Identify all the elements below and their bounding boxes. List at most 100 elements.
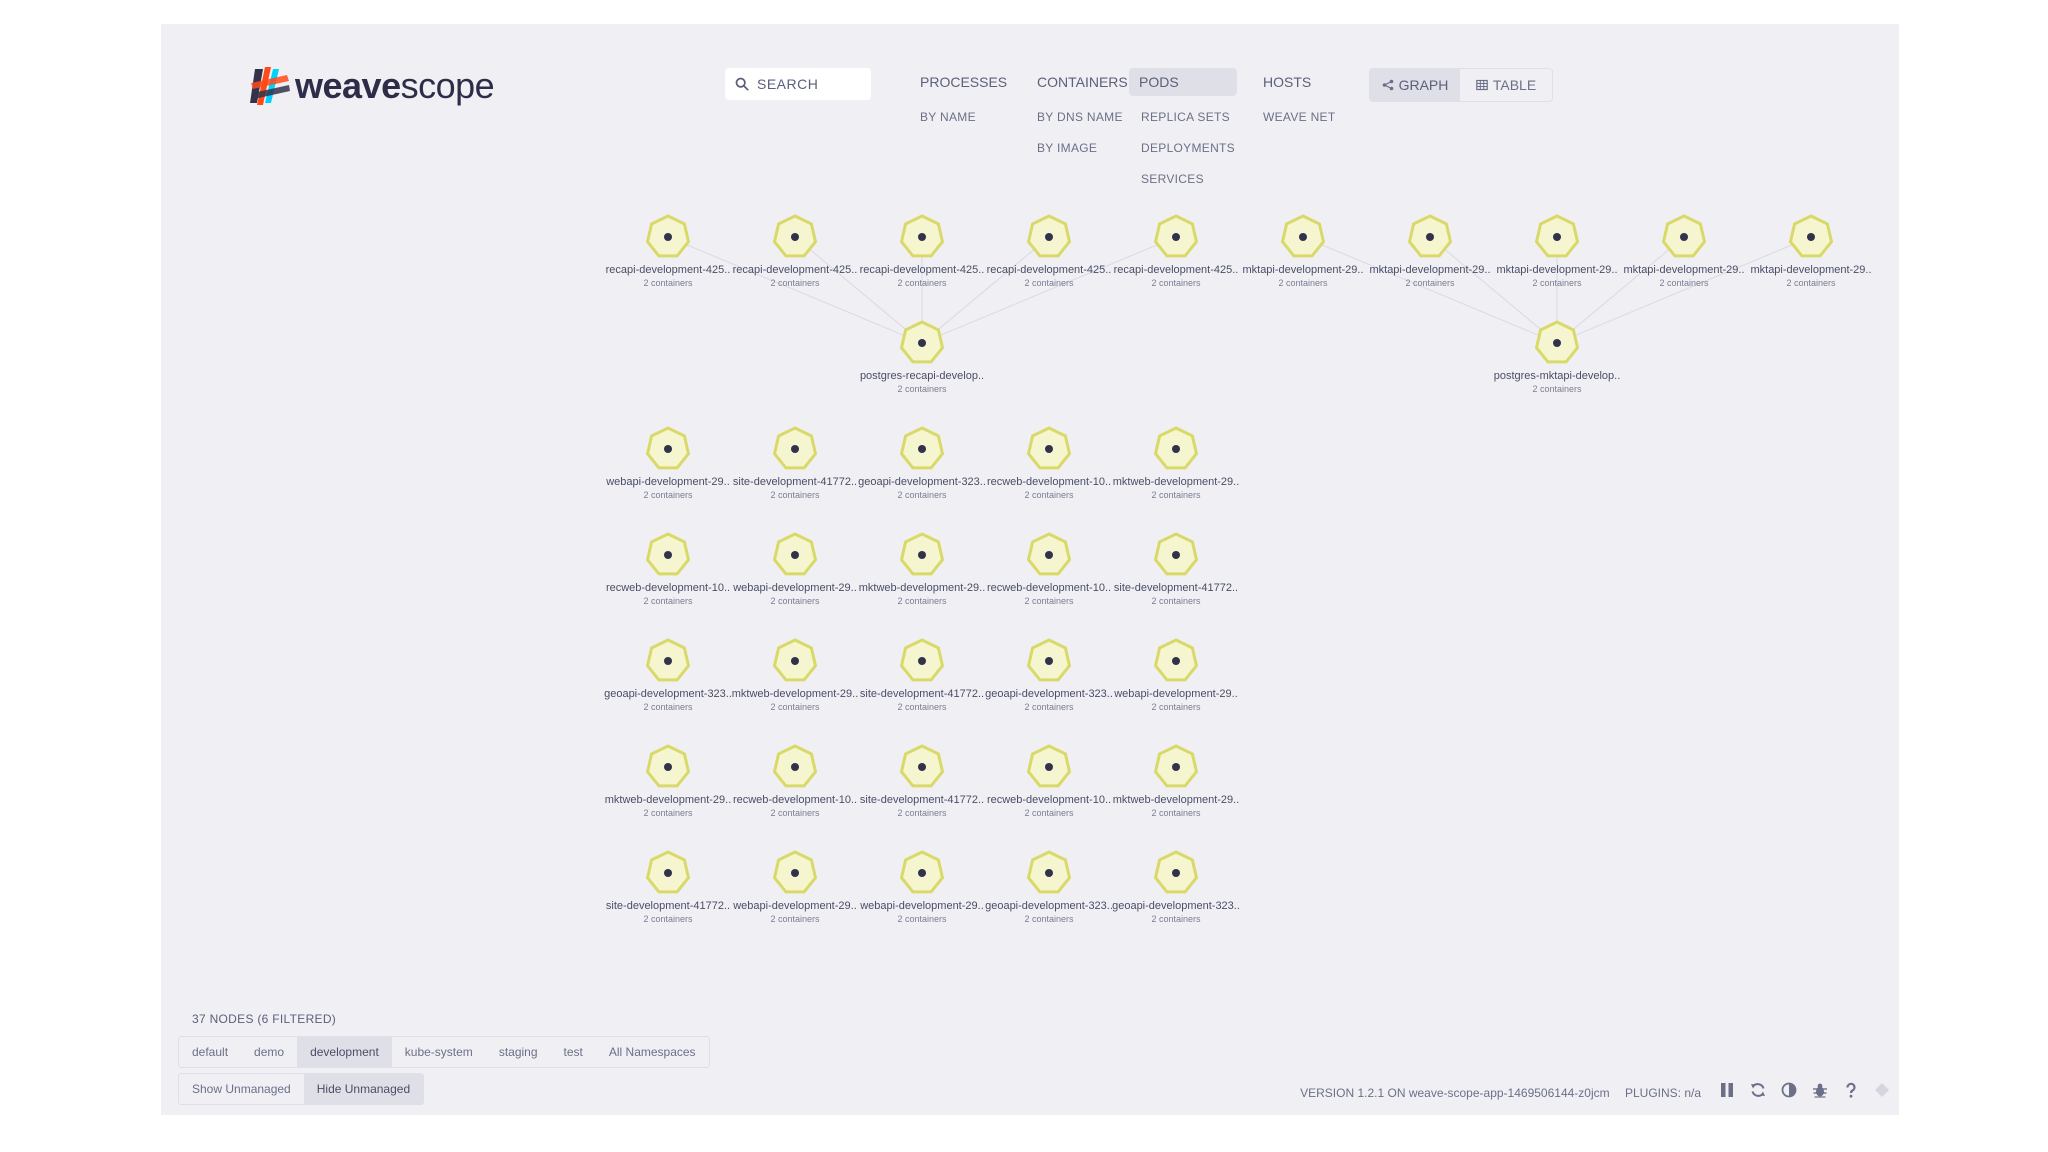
pod-node[interactable]: recweb-development-10.. 2 containers [987,426,1111,500]
pod-node-label: recapi-development-425.. [987,264,1112,276]
topology-processes-by-name[interactable]: BY NAME [920,110,976,124]
pod-node[interactable]: mktweb-development-29.. 2 containers [732,638,859,712]
pod-node[interactable]: recapi-development-425.. 2 containers [606,214,731,288]
pod-node-dot [1553,339,1561,347]
topology-pods-services[interactable]: SERVICES [1141,172,1204,186]
pod-node[interactable]: geoapi-development-323.. 2 containers [604,638,732,712]
pod-node[interactable]: mktapi-development-29.. 2 containers [1369,214,1491,288]
refresh-icon[interactable] [1747,1079,1769,1101]
pod-node[interactable]: webapi-development-29.. 2 containers [732,850,857,924]
contrast-icon[interactable] [1778,1079,1800,1101]
pod-node-subtitle: 2 containers [1151,490,1201,500]
search-input[interactable] [755,75,869,93]
namespace-kube-system[interactable]: kube-system [392,1037,486,1067]
pod-node[interactable]: site-development-41772.. 2 containers [1114,532,1238,606]
pod-node[interactable]: postgres-mktapi-develop.. 2 containers [1494,320,1621,394]
pod-node[interactable]: site-development-41772.. 2 containers [733,426,857,500]
pod-node[interactable]: site-development-41772.. 2 containers [860,744,984,818]
pod-node[interactable]: webapi-development-29.. 2 containers [1113,638,1238,712]
pod-node[interactable]: mktapi-development-29.. 2 containers [1496,214,1618,288]
help-icon[interactable] [1840,1079,1862,1101]
topology-containers-by-image[interactable]: BY IMAGE [1037,141,1097,155]
pod-node-dot [664,657,672,665]
topology-hosts-weave-net[interactable]: WEAVE NET [1263,110,1336,124]
pod-node[interactable]: mktapi-development-29.. 2 containers [1750,214,1872,288]
pod-node-label: geoapi-development-323.. [858,476,986,488]
version-text: VERSION 1.2.1 ON weave-scope-app-1469506… [1300,1086,1610,1100]
pod-node-subtitle: 2 containers [643,278,693,288]
namespace-selector: default demo development kube-system sta… [178,1036,710,1068]
pod-node[interactable]: geoapi-development-323.. 2 containers [985,638,1113,712]
pod-node-label: geoapi-development-323.. [604,688,732,700]
namespace-development[interactable]: development [297,1037,392,1067]
pod-node[interactable]: postgres-recapi-develop.. 2 containers [860,320,984,394]
pod-node[interactable]: webapi-development-29.. 2 containers [605,426,730,500]
pod-node[interactable]: webapi-development-29.. 2 containers [859,850,984,924]
plugins-text: PLUGINS: n/a [1624,1086,1701,1100]
namespace-demo[interactable]: demo [241,1037,297,1067]
pod-node[interactable]: recapi-development-425.. 2 containers [1114,214,1239,288]
namespace-default[interactable]: default [179,1037,241,1067]
pod-node[interactable]: geoapi-development-323.. 2 containers [1112,850,1240,924]
search-box[interactable] [725,68,871,100]
pod-node-dot [1045,233,1053,241]
pod-node-subtitle: 2 containers [770,808,820,818]
namespace-all[interactable]: All Namespaces [596,1037,709,1067]
topology-pods-replica-sets[interactable]: REPLICA SETS [1141,110,1230,124]
pod-node[interactable]: geoapi-development-323.. 2 containers [985,850,1113,924]
weave-scope-logo[interactable]: weavescope [249,62,495,110]
pod-node-subtitle: 2 containers [1024,808,1074,818]
pod-node-label: mktapi-development-29.. [1750,264,1871,276]
pod-node-subtitle: 2 containers [643,490,693,500]
pod-node[interactable]: mktweb-development-29.. 2 containers [859,532,986,606]
pod-node-dot [918,551,926,559]
pod-node-label: webapi-development-29.. [859,900,984,912]
pod-node[interactable]: recapi-development-425.. 2 containers [860,214,985,288]
topology-processes[interactable]: PROCESSES [910,68,1017,96]
graph-view-button[interactable]: GRAPH [1370,69,1460,101]
pod-node-subtitle: 2 containers [1024,278,1074,288]
topology-hosts[interactable]: HOSTS [1253,68,1321,96]
pod-node[interactable]: mktapi-development-29.. 2 containers [1623,214,1745,288]
pod-node-dot [1045,763,1053,771]
topology-graph: recapi-development-425.. 2 containers reca… [604,214,1872,924]
pod-node-label: recweb-development-10.. [606,582,730,594]
pod-node[interactable]: geoapi-development-323.. 2 containers [858,426,986,500]
table-view-button[interactable]: TABLE [1460,69,1552,101]
pod-node[interactable]: recweb-development-10.. 2 containers [987,532,1111,606]
pod-node-dot [918,657,926,665]
pod-node[interactable]: webapi-development-29.. 2 containers [732,532,857,606]
namespace-staging[interactable]: staging [486,1037,551,1067]
topology-pods-deployments[interactable]: DEPLOYMENTS [1141,141,1235,155]
topology-containers[interactable]: CONTAINERS [1027,68,1138,96]
pod-node[interactable]: mktweb-development-29.. 2 containers [1113,426,1240,500]
pod-node[interactable]: recapi-development-425.. 2 containers [733,214,858,288]
bug-icon[interactable] [1809,1079,1831,1101]
pod-node[interactable]: recweb-development-10.. 2 containers [733,744,857,818]
pod-node[interactable]: recweb-development-10.. 2 containers [606,532,730,606]
pod-node[interactable]: recapi-development-425.. 2 containers [987,214,1112,288]
pod-node-subtitle: 2 containers [1151,808,1201,818]
node-count: 37 NODES (6 FILTERED) [192,1012,337,1026]
pod-node[interactable]: recweb-development-10.. 2 containers [987,744,1111,818]
pod-node[interactable]: site-development-41772.. 2 containers [860,638,984,712]
pod-node-label: recapi-development-425.. [606,264,731,276]
show-unmanaged-button[interactable]: Show Unmanaged [179,1074,304,1104]
pod-node[interactable]: mktweb-development-29.. 2 containers [605,744,732,818]
hide-unmanaged-button[interactable]: Hide Unmanaged [303,1074,424,1104]
pause-icon[interactable] [1716,1079,1738,1101]
namespace-test[interactable]: test [551,1037,596,1067]
graph-view-label: GRAPH [1398,77,1449,93]
diamond-logo-icon[interactable] [1871,1079,1893,1101]
pod-node-label: site-development-41772.. [860,688,984,700]
pod-node[interactable]: mktapi-development-29.. 2 containers [1242,214,1364,288]
topology-containers-by-dns-name[interactable]: BY DNS NAME [1037,110,1123,124]
pod-node-label: recweb-development-10.. [987,476,1111,488]
pod-node-label: postgres-mktapi-develop.. [1494,370,1621,382]
pod-node[interactable]: site-development-41772.. 2 containers [606,850,730,924]
topology-pods[interactable]: PODS [1129,68,1237,96]
pod-node[interactable]: mktweb-development-29.. 2 containers [1113,744,1240,818]
pod-node-dot [1045,657,1053,665]
pod-node-dot [1172,233,1180,241]
pod-node-label: mktapi-development-29.. [1242,264,1363,276]
